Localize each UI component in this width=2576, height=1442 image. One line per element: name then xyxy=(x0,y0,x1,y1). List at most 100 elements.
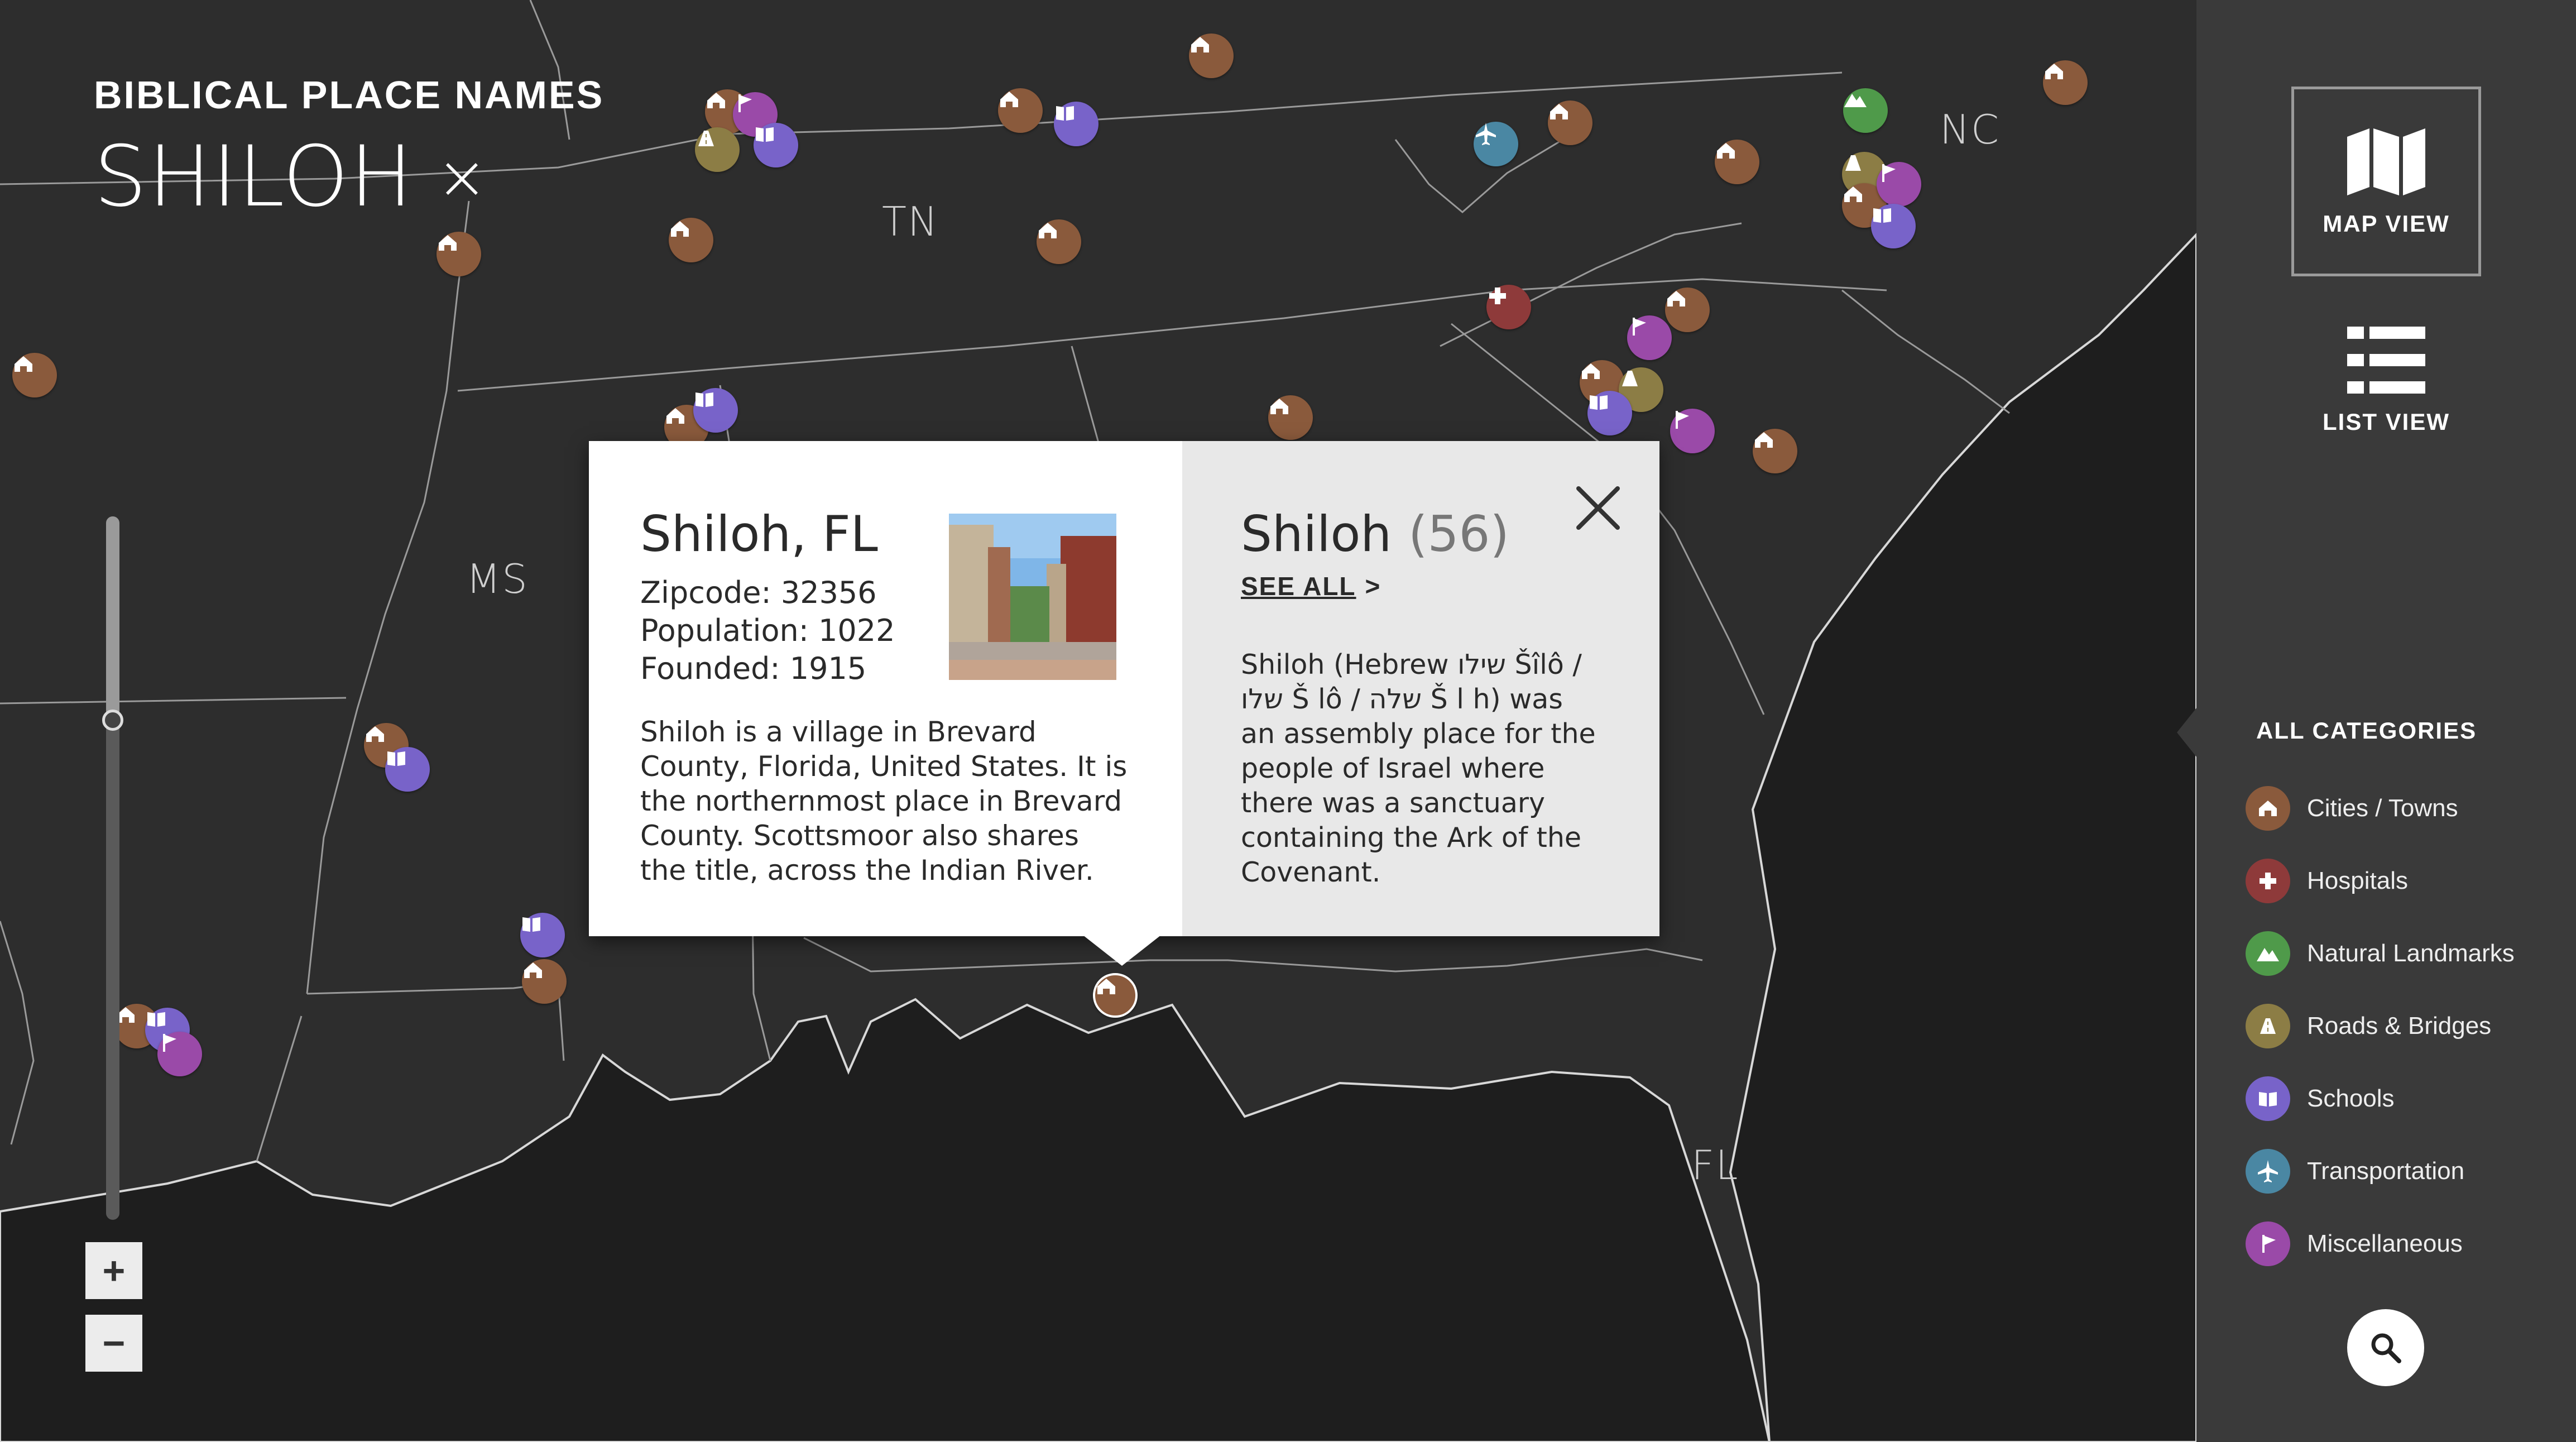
misc-pin[interactable] xyxy=(1877,162,1921,207)
map-icon xyxy=(2347,128,2425,195)
city-pin[interactable] xyxy=(1548,100,1592,145)
city-pin[interactable] xyxy=(998,88,1043,133)
zoom-slider[interactable] xyxy=(106,516,119,1220)
misc-pin[interactable] xyxy=(1670,409,1715,453)
category-label: Schools xyxy=(2307,1085,2395,1112)
name-description: Shiloh (Hebrew שילו Šîlô / שלו Š lô / של… xyxy=(1241,649,1596,888)
misc-pin[interactable] xyxy=(1627,315,1672,360)
flag-icon xyxy=(2246,1221,2290,1266)
zoom-slider-fill xyxy=(106,516,119,721)
house-icon xyxy=(2246,786,2290,831)
close-icon xyxy=(1576,486,1620,530)
category-schools[interactable]: Schools xyxy=(2246,1076,2395,1121)
city-pin[interactable] xyxy=(12,353,57,397)
house-icon xyxy=(707,93,725,108)
school-pin[interactable] xyxy=(754,123,798,167)
city-pin[interactable] xyxy=(1268,395,1313,440)
house-icon xyxy=(439,235,457,251)
place-popup: Shiloh, FL Zipcode: 32356 Population: 10… xyxy=(589,441,1659,936)
clear-search-icon[interactable]: × xyxy=(436,141,488,213)
school-pin[interactable] xyxy=(693,388,738,433)
category-hospitals[interactable]: Hospitals xyxy=(2246,859,2408,903)
category-label: Miscellaneous xyxy=(2307,1230,2463,1257)
app-brand: BIBLICAL PLACE NAMES xyxy=(94,73,605,117)
category-cities-towns[interactable]: Cities / Towns xyxy=(2246,786,2458,831)
house-icon xyxy=(1582,363,1600,379)
city-pin[interactable] xyxy=(436,232,481,276)
hospital-pin[interactable] xyxy=(1486,285,1531,329)
see-all-link[interactable]: SEE ALL > xyxy=(1241,571,1381,601)
misc-pin[interactable] xyxy=(157,1032,202,1076)
school-pin[interactable] xyxy=(1871,204,1916,248)
house-icon xyxy=(1270,399,1288,414)
flag-icon xyxy=(1633,318,1646,336)
city-pin[interactable] xyxy=(1189,33,1234,78)
city-pin[interactable] xyxy=(2043,60,2088,105)
city-pin[interactable] xyxy=(1753,429,1797,473)
house-icon xyxy=(1000,92,1018,107)
house-icon xyxy=(366,726,384,742)
see-all-label: SEE ALL xyxy=(1241,572,1356,601)
name-heading: Shiloh (56) xyxy=(1241,505,1509,563)
landmark-pin[interactable] xyxy=(1843,88,1888,133)
search-button[interactable] xyxy=(2347,1309,2424,1386)
house-icon xyxy=(1550,104,1568,119)
name-count: (56) xyxy=(1408,505,1509,563)
selected-city-pin[interactable] xyxy=(1093,973,1138,1018)
house-icon xyxy=(1844,186,1862,202)
city-pin[interactable] xyxy=(522,959,567,1004)
book-icon xyxy=(1590,395,1608,410)
book-icon xyxy=(2246,1076,2290,1121)
category-label: Transportation xyxy=(2307,1157,2465,1185)
state-label-ms: MS xyxy=(466,555,529,602)
road-icon xyxy=(2246,1004,2290,1048)
house-icon xyxy=(2045,64,2063,79)
place-name: Shiloh, FL xyxy=(640,505,878,563)
place-zipcode: Zipcode: 32356 xyxy=(640,575,877,610)
city-pin[interactable] xyxy=(1665,288,1710,332)
category-natural-landmarks[interactable]: Natural Landmarks xyxy=(2246,931,2515,976)
categories-heading: ALL CATEGORIES xyxy=(2256,717,2477,744)
house-icon xyxy=(671,221,689,237)
house-icon xyxy=(1039,223,1057,238)
list-icon xyxy=(2347,327,2425,394)
city-pin[interactable] xyxy=(1715,140,1759,184)
mountain-icon xyxy=(2246,931,2290,976)
category-transportation[interactable]: Transportation xyxy=(2246,1149,2464,1194)
road-pin[interactable] xyxy=(695,127,740,172)
close-popup-button[interactable] xyxy=(1570,480,1626,536)
book-icon xyxy=(387,751,405,766)
zoom-in-button[interactable]: + xyxy=(85,1242,142,1299)
category-roads-bridges[interactable]: Roads & Bridges xyxy=(2246,1004,2491,1048)
sidebar-notch xyxy=(2177,705,2199,760)
list-view-label: LIST VIEW xyxy=(2323,409,2450,435)
search-icon xyxy=(2371,1333,2401,1363)
zoom-out-button[interactable]: − xyxy=(85,1315,142,1372)
school-pin[interactable] xyxy=(520,913,565,957)
place-population: Population: 1022 xyxy=(640,613,895,648)
house-icon xyxy=(1667,291,1685,306)
school-pin[interactable] xyxy=(1054,102,1098,146)
house-icon xyxy=(666,408,684,424)
city-pin[interactable] xyxy=(669,218,713,262)
state-label-fl: FL xyxy=(1691,1142,1739,1189)
transport-pin[interactable] xyxy=(1474,122,1518,166)
popup-pointer xyxy=(1083,935,1161,966)
list-view-button[interactable]: LIST VIEW xyxy=(2291,301,2481,458)
book-icon xyxy=(756,127,774,142)
flag-icon xyxy=(163,1034,176,1052)
category-label: Hospitals xyxy=(2307,867,2408,894)
house-icon xyxy=(15,356,32,372)
school-pin[interactable] xyxy=(1587,391,1632,435)
road-icon xyxy=(698,131,714,146)
place-founded: Founded: 1915 xyxy=(640,651,867,686)
flag-icon xyxy=(1676,411,1689,429)
city-pin[interactable] xyxy=(1037,219,1081,264)
map-view-button[interactable]: MAP VIEW xyxy=(2291,87,2481,276)
plane-icon xyxy=(2246,1149,2290,1194)
search-term-title: SHILOH × xyxy=(94,128,489,226)
name-title: Shiloh xyxy=(1241,505,1392,563)
category-label: Roads & Bridges xyxy=(2307,1012,2492,1039)
category-miscellaneous[interactable]: Miscellaneous xyxy=(2246,1221,2463,1266)
school-pin[interactable] xyxy=(385,747,430,792)
